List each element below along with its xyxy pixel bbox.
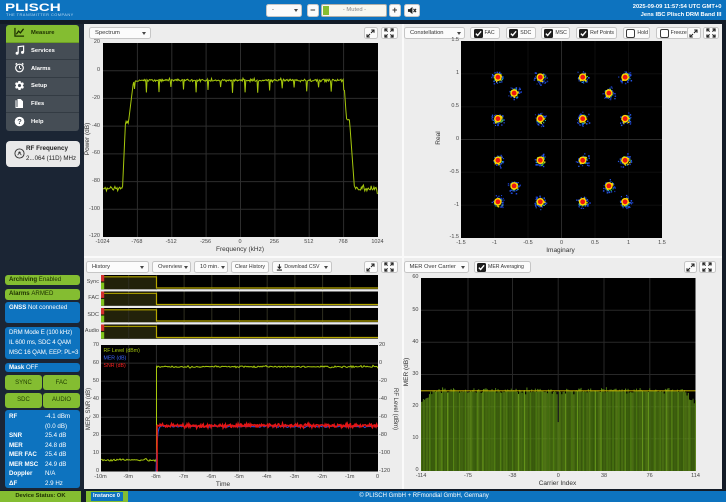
svg-text:RF Level (dBm): RF Level (dBm) [103, 348, 140, 354]
svg-text:MER (dB): MER (dB) [103, 356, 126, 362]
svg-text:SNR (dB): SNR (dB) [103, 363, 125, 369]
svg-text:?: ? [17, 117, 22, 126]
